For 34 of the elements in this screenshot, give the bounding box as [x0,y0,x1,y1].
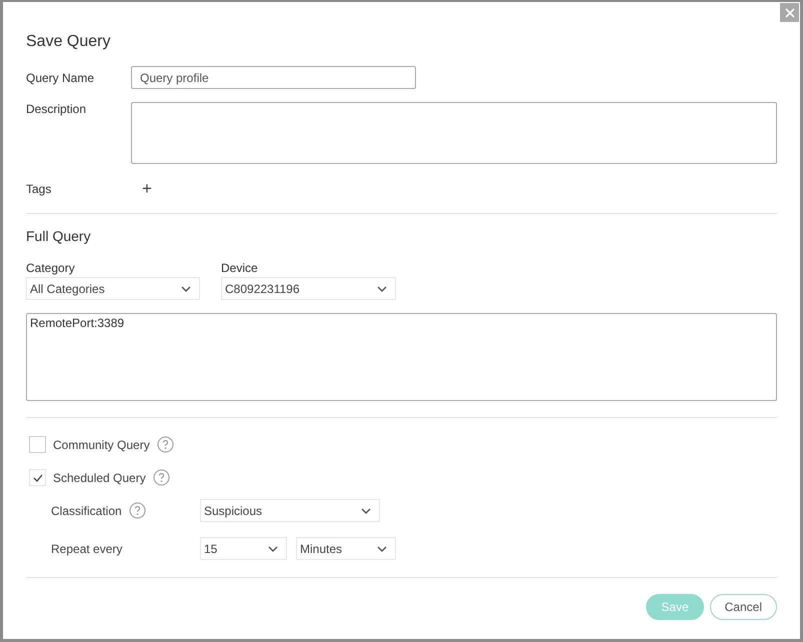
field-label: Classification [51,504,122,518]
checkbox[interactable] [29,436,46,453]
add-tag-button[interactable]: + [134,179,160,199]
chevron-icon [377,546,387,552]
field-label: Repeat every [51,542,122,556]
section-heading: Full Query [26,228,92,244]
help-icon[interactable] [156,436,174,453]
chevron-icon [181,286,191,292]
classification-dropdown[interactable]: Suspicious [200,499,380,522]
field-label: Device [221,261,259,275]
unit-dropdown[interactable]: Minutes [296,537,396,560]
checkbox-label: Scheduled Query [53,470,146,484]
close-icon [784,8,794,18]
cancel-button[interactable]: Cancel [710,594,777,620]
interval-dropdown[interactable]: 15 [200,537,287,560]
field-label: Tags [26,182,52,196]
close-button[interactable] [780,3,799,22]
checkbox[interactable] [29,469,46,486]
field-label: Description [26,102,88,116]
device-dropdown[interactable]: C8092231196 [221,277,396,300]
field-label: Category [26,261,76,275]
category-dropdown[interactable]: All Categories [26,277,200,300]
chevron-icon [377,286,387,292]
query-text-field[interactable]: RemotePort:3389 [26,313,777,401]
dialog-title: Save Query [26,33,112,52]
field-label: Query Name [26,70,96,84]
checkmark-icon [32,474,42,482]
chevron-icon [268,546,278,552]
help-icon[interactable] [128,502,146,519]
chevron-icon [361,508,371,514]
checkbox-label: Community Query [53,438,150,452]
help-icon[interactable] [152,469,170,486]
description-field[interactable] [130,102,777,164]
query-name-field[interactable]: Query profile [131,66,416,89]
